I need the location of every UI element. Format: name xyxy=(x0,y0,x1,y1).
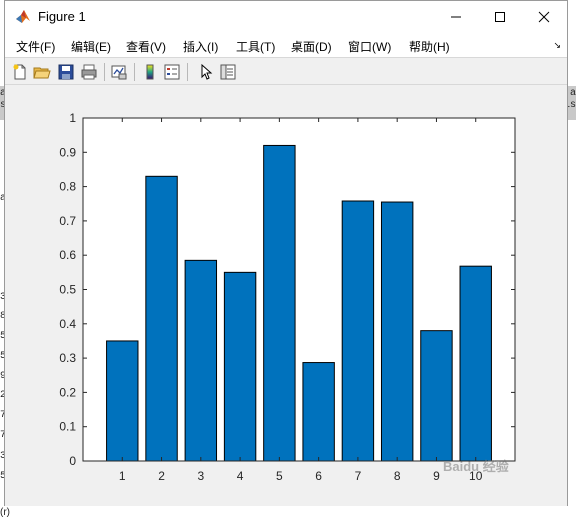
bar-chart[interactable]: 00.10.20.30.40.50.60.70.80.911 2 3 4 5 6 7 8 9 10 xyxy=(5,86,567,506)
y-tick-label: 0.1 xyxy=(59,420,76,434)
property-inspector-icon[interactable] xyxy=(219,63,237,81)
menu-file[interactable]: 文件(F) xyxy=(16,38,55,55)
legend-icon[interactable] xyxy=(163,63,181,81)
x-tick-label: 1 xyxy=(119,469,126,483)
x-tick-label: 5 xyxy=(276,469,283,483)
new-figure-icon[interactable] xyxy=(11,63,29,81)
toolbar-separator xyxy=(104,63,105,81)
y-tick-label: 0.4 xyxy=(59,317,76,331)
toolbar xyxy=(5,57,567,85)
x-tick-label: 9 xyxy=(433,469,440,483)
figure-window: Figure 1 文件(F) 编辑(E) 查看(V) 插入(I) 工具(T) 桌… xyxy=(4,0,568,506)
menu-overflow-icon[interactable]: ↘ xyxy=(553,40,561,51)
close-icon xyxy=(538,11,550,22)
edit-plot-arrow-icon[interactable] xyxy=(197,63,215,81)
background-bottom-text: (r) xyxy=(0,507,10,518)
print-icon[interactable] xyxy=(80,63,98,81)
menu-edit[interactable]: 编辑(E) xyxy=(71,38,111,55)
y-tick-label: 0.3 xyxy=(59,351,76,365)
y-tick-label: 0.2 xyxy=(59,385,76,399)
background-right-text: a is xyxy=(564,0,576,514)
title-bar: Figure 1 xyxy=(5,1,567,32)
menu-tools[interactable]: 工具(T) xyxy=(236,38,275,55)
x-tick-label: 2 xyxy=(158,469,165,483)
bar xyxy=(145,175,178,462)
bar xyxy=(420,330,453,462)
bar xyxy=(380,201,414,462)
open-folder-icon[interactable] xyxy=(33,63,51,81)
menu-help[interactable]: 帮助(H) xyxy=(409,38,450,55)
y-tick-label: 0.7 xyxy=(59,214,76,228)
x-tick-label: 7 xyxy=(355,469,362,483)
save-icon[interactable] xyxy=(57,63,75,81)
menu-insert[interactable]: 插入(I) xyxy=(183,38,218,55)
x-tick-label: 3 xyxy=(197,469,204,483)
window-title: Figure 1 xyxy=(38,9,86,24)
y-tick-label: 0.8 xyxy=(59,180,76,194)
menu-desktop[interactable]: 桌面(D) xyxy=(291,38,332,55)
y-tick-label: 0.6 xyxy=(59,248,76,262)
minimize-button[interactable] xyxy=(433,1,479,32)
toolbar-separator xyxy=(134,63,135,81)
y-tick-label: 0 xyxy=(69,454,76,468)
menu-window[interactable]: 窗口(W) xyxy=(348,38,391,55)
y-tick-label: 0.5 xyxy=(59,283,76,297)
minimize-icon xyxy=(451,16,461,17)
x-tick-label: 6 xyxy=(315,469,322,483)
y-tick-label: 1 xyxy=(69,111,76,125)
maximize-button[interactable] xyxy=(477,1,523,32)
menu-view[interactable]: 查看(V) xyxy=(126,38,166,55)
background-char: a xyxy=(569,88,576,99)
bar xyxy=(106,340,139,462)
figure-canvas: 0 0.1 0.2 0.3 0.4 0.5 0.6 0.7 0.8 0.9 1 1 2 3 4 5 6 7 8 9 10 xyxy=(5,86,567,506)
toolbar-separator xyxy=(187,63,188,81)
maximize-icon xyxy=(495,11,505,22)
x-tick-label: 4 xyxy=(237,469,244,483)
y-tick-label: 0.9 xyxy=(59,145,76,159)
close-button[interactable] xyxy=(521,1,567,32)
colorbar-icon[interactable] xyxy=(141,63,159,81)
bar xyxy=(341,200,375,462)
menu-bar: 文件(F) 编辑(E) 查看(V) 插入(I) 工具(T) 桌面(D) 窗口(W… xyxy=(5,32,567,57)
bar xyxy=(263,144,296,462)
bar xyxy=(223,271,257,462)
matlab-logo-icon xyxy=(16,10,30,23)
bar xyxy=(184,259,218,462)
bar xyxy=(459,265,492,462)
bar xyxy=(302,362,335,462)
watermark: Baidu 经验 xyxy=(443,459,509,474)
link-plot-icon[interactable] xyxy=(110,63,128,81)
x-tick-label: 8 xyxy=(394,469,401,483)
